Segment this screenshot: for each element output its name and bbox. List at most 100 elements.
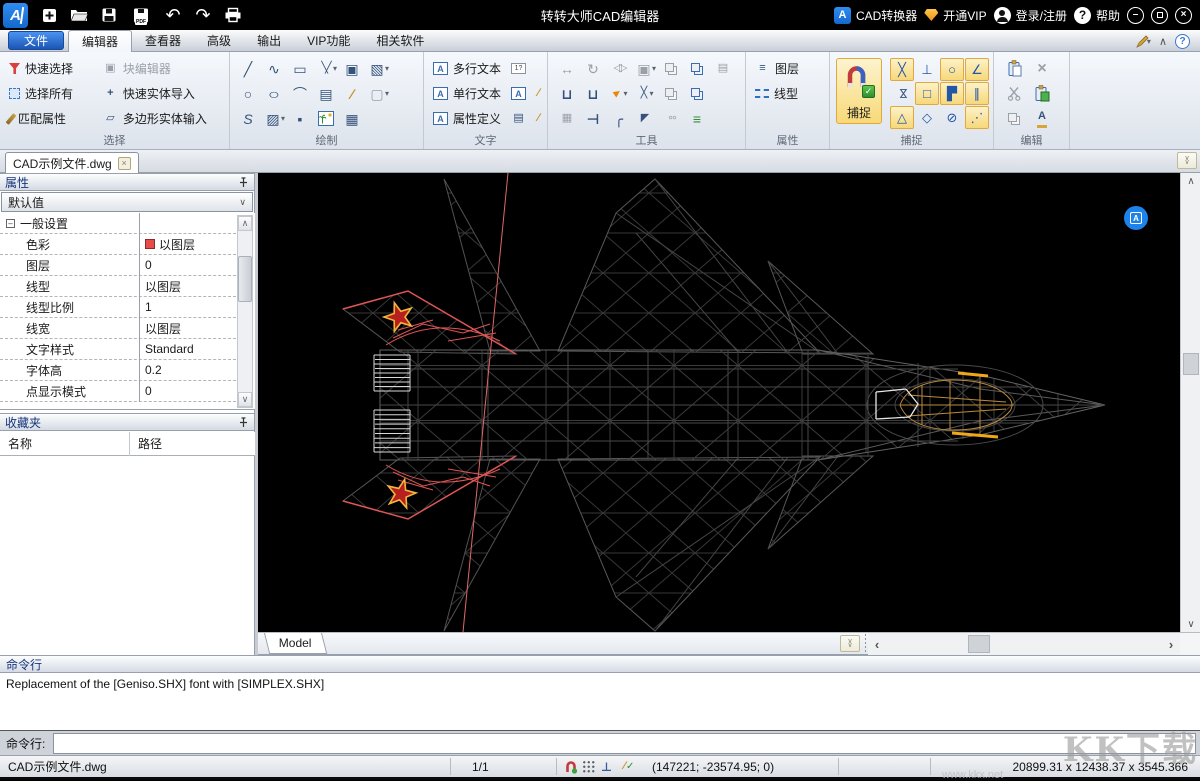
match-properties-button[interactable]: 匹配属性 [6, 106, 100, 131]
horizontal-scroll-thumb[interactable] [968, 635, 990, 653]
open-file-button[interactable] [64, 2, 94, 28]
draw-spline-button[interactable]: S [236, 107, 260, 130]
draw-region-button[interactable]: ▢▾ [366, 82, 390, 105]
tab-advanced[interactable]: 高级 [194, 30, 244, 51]
save-as-pdf-button[interactable]: PDF [124, 2, 158, 28]
format-painter-button[interactable]: A [1030, 107, 1054, 130]
restore-button[interactable] [1151, 7, 1168, 24]
break-button[interactable]: ╳▾ [633, 82, 657, 105]
save-button[interactable] [94, 2, 124, 28]
cut-button[interactable] [1002, 82, 1026, 105]
vertical-scrollbar[interactable]: ∧ ∨ [1180, 173, 1200, 632]
snap-parallel-toggle[interactable]: ∥ [965, 82, 989, 105]
insert-table-button[interactable]: ▦ [340, 107, 364, 130]
block-ref-edit-button[interactable] [685, 57, 709, 80]
snap-intersection-toggle[interactable]: ╳ [890, 58, 914, 81]
translate-button[interactable]: A [1124, 206, 1148, 230]
move-button[interactable]: ↔ [555, 57, 579, 80]
copy-nested-button[interactable] [659, 82, 683, 105]
paste-origin-button[interactable]: ⊔ [581, 82, 605, 105]
open-vip-button[interactable]: 开通VIP [924, 7, 986, 24]
statusbar-draft-toggle[interactable]: ∕✓ [617, 756, 634, 777]
model-tab[interactable]: Model [264, 633, 327, 654]
statusbar-ortho-toggle[interactable]: ⊥ [601, 756, 612, 777]
trim-button[interactable]: ⊣ [581, 107, 605, 130]
pin-icon[interactable] [238, 417, 249, 428]
scroll-down-button[interactable]: ∨ [238, 392, 252, 407]
quick-edit-button[interactable]: ▾ [1135, 35, 1151, 49]
new-file-button[interactable] [34, 2, 64, 28]
edit-attribute-button[interactable]: ▤∕ [508, 106, 549, 131]
snap-endpoint-toggle[interactable]: □ [915, 82, 939, 105]
snap-extension-toggle[interactable]: ⋰ [965, 106, 989, 129]
login-button[interactable]: 登录/注册 [994, 7, 1067, 24]
statusbar-snap-toggle[interactable] [562, 756, 579, 777]
close-button[interactable]: × [1175, 7, 1192, 24]
copy-object-button[interactable]: ▤ [314, 82, 338, 105]
paste-button[interactable] [1002, 57, 1026, 80]
fillet-button[interactable]: ╭ [607, 107, 631, 130]
draw-revision-cloud-button[interactable]: ∕ [340, 82, 364, 105]
rotate-button[interactable]: ↻ [581, 57, 605, 80]
pin-icon[interactable] [238, 177, 249, 188]
tab-viewer[interactable]: 查看器 [132, 30, 194, 51]
snap-insertion-toggle[interactable]: ▛ [940, 82, 964, 105]
merge-layers-button[interactable]: ≡ [685, 107, 709, 130]
document-tab[interactable]: CAD示例文件.dwg × [5, 152, 139, 173]
scroll-down-button[interactable]: ∨ [1182, 616, 1200, 632]
horizontal-scrollbar[interactable]: ‹ › [868, 633, 1180, 655]
scroll-up-button[interactable]: ∧ [238, 216, 252, 231]
draw-line-button[interactable]: ╱ [236, 57, 260, 80]
favorites-col-name[interactable]: 名称 [0, 432, 130, 456]
draw-rectangle-button[interactable]: ▭ [288, 57, 312, 80]
property-group-row[interactable]: –一般设置 [0, 213, 236, 234]
document-tab-close-button[interactable]: × [118, 157, 131, 170]
edit-text-button[interactable]: A∕ [508, 81, 549, 106]
snap-midpoint-toggle[interactable]: △ [890, 106, 914, 129]
file-menu-button[interactable]: 文件 [8, 31, 64, 50]
drawing-canvas[interactable]: A [258, 173, 1180, 632]
preset-dropdown[interactable]: 默认值 ∨ [1, 192, 253, 212]
array-button[interactable]: ▦ [555, 107, 579, 130]
quick-entity-import-button[interactable]: +快速实体导入 [100, 81, 225, 106]
collapse-group-icon[interactable]: – [6, 219, 15, 228]
scroll-up-button[interactable]: ∧ [1182, 173, 1200, 189]
help-button[interactable]: ? 帮助 [1074, 7, 1120, 24]
delete-button[interactable]: × [1030, 57, 1054, 80]
draw-arc-button[interactable]: ⌒ [288, 82, 312, 105]
snap-toggle-button[interactable]: ✓ 捕捉 [836, 58, 882, 124]
favorites-col-path[interactable]: 路径 [130, 435, 162, 452]
scroll-left-button[interactable]: ‹ [868, 633, 886, 655]
copy-button[interactable] [659, 57, 683, 80]
tab-vip-features[interactable]: VIP功能 [294, 30, 363, 51]
tab-output[interactable]: 输出 [244, 30, 294, 51]
snap-center-toggle[interactable]: ○ [940, 58, 964, 81]
statusbar-grid-toggle[interactable] [582, 756, 595, 777]
snap-apparent-intersection-toggle[interactable]: ⋈ [890, 82, 914, 105]
tab-related-software[interactable]: 相关软件 [363, 30, 437, 51]
properties-scrollbar[interactable]: ∧ ∨ [237, 215, 253, 408]
mirror-button[interactable]: ◁▷ [607, 57, 631, 80]
snap-tangent-toggle[interactable]: ⊘ [940, 106, 964, 129]
panel-collapse-button[interactable]: ∨∨ [1177, 152, 1197, 169]
copy-clipboard-button[interactable] [1002, 107, 1026, 130]
linetype-button[interactable]: 线型 [752, 81, 825, 106]
undo-button[interactable]: ↶ [158, 2, 188, 28]
snap-perpendicular-toggle[interactable]: ⊥ [915, 58, 939, 81]
insert-image-button[interactable] [314, 107, 338, 130]
print-button[interactable] [218, 2, 248, 28]
draw-hatch-button[interactable]: ▨▾ [262, 107, 286, 130]
dimension-text-button[interactable]: 1? [508, 56, 549, 81]
tab-bar-collapse-button[interactable]: ∨∨ [840, 635, 860, 652]
block-editor-button[interactable]: ▣块编辑器 [100, 56, 225, 81]
vertical-scroll-thumb[interactable] [1183, 353, 1199, 375]
xref-button[interactable] [685, 82, 709, 105]
scroll-right-button[interactable]: › [1162, 633, 1180, 655]
redo-button[interactable]: ↷ [188, 2, 218, 28]
layers-button[interactable]: ≡图层 [752, 56, 825, 81]
minimize-button[interactable]: – [1127, 7, 1144, 24]
polygon-entity-input-button[interactable]: ▱多边形实体输入 [100, 106, 225, 131]
select-all-button[interactable]: 选择所有 [6, 81, 100, 106]
draw-sketch-button[interactable]: ∿ [262, 57, 286, 80]
draw-polyline-button[interactable]: ╲╱▾ [314, 57, 338, 80]
